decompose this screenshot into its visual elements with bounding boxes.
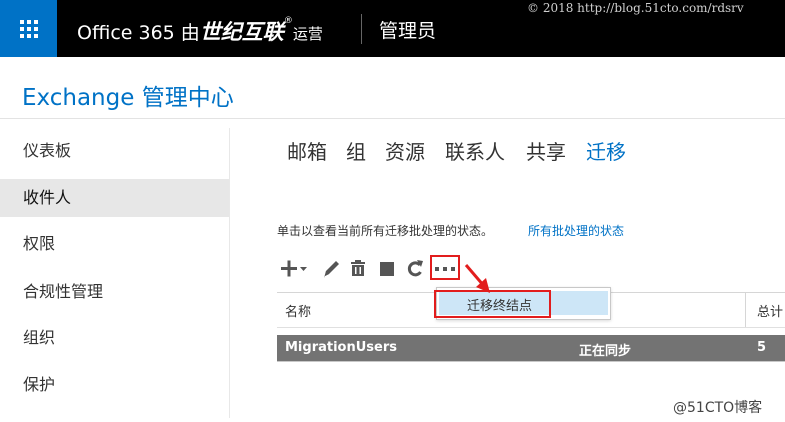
- nav-item-protection[interactable]: 保护: [0, 366, 229, 404]
- topbar-divider: [361, 14, 362, 44]
- column-header-total[interactable]: 总计: [757, 301, 783, 320]
- brand-registered-mark: ®: [283, 16, 293, 26]
- add-icon: [281, 260, 307, 277]
- tab-migration[interactable]: 迁移: [586, 136, 626, 165]
- tab-groups[interactable]: 组: [346, 136, 366, 165]
- dropdown-caret-icon: [300, 267, 307, 271]
- blog-watermark: © 2018 http://blog.51cto.com/rdsrv: [527, 1, 744, 15]
- brand-suffix: 运营: [292, 25, 323, 43]
- row-status-cell: 正在同步: [579, 344, 632, 359]
- admin-link[interactable]: 管理员: [379, 16, 436, 43]
- column-header-name[interactable]: 名称: [285, 301, 311, 320]
- header-divider: [0, 118, 785, 119]
- edit-icon: [324, 261, 339, 278]
- tab-resources[interactable]: 资源: [385, 136, 425, 165]
- nav-item-permissions[interactable]: 权限: [0, 225, 229, 263]
- nav-item-recipients[interactable]: 收件人: [0, 179, 229, 217]
- table-header-border: [277, 327, 785, 328]
- nav-item-compliance[interactable]: 合规性管理: [0, 273, 229, 311]
- nav-item-dashboard[interactable]: 仪表板: [0, 132, 229, 170]
- nav-divider: [229, 128, 230, 418]
- left-navigation: 仪表板 收件人 权限 合规性管理 组织 保护: [0, 128, 229, 422]
- edit-button[interactable]: [321, 256, 341, 282]
- migration-description: 单击以查看当前所有迁移批处理的状态。: [277, 224, 494, 238]
- add-button[interactable]: [279, 256, 309, 282]
- tab-shared[interactable]: 共享: [526, 136, 566, 165]
- delete-button[interactable]: [348, 256, 368, 282]
- refresh-icon: [407, 260, 423, 277]
- brand-prefix: Office 365 由: [77, 22, 200, 44]
- nav-item-organization[interactable]: 组织: [0, 319, 229, 357]
- more-button-highlight: [430, 255, 460, 280]
- row-total-cell: 5: [757, 340, 767, 355]
- page-title: Exchange 管理中心: [22, 85, 234, 111]
- office365-brand[interactable]: Office 365 由世纪互联®运营: [77, 16, 323, 46]
- tab-mailboxes[interactable]: 邮箱: [287, 136, 327, 165]
- column-separator: [745, 292, 746, 328]
- row-name-cell: MigrationUsers: [285, 340, 397, 355]
- app-launcher-button[interactable]: [0, 0, 57, 57]
- stop-icon: [380, 262, 394, 276]
- stop-button[interactable]: [378, 256, 396, 282]
- tab-contacts[interactable]: 联系人: [445, 136, 505, 165]
- brand-name: 世纪互联: [199, 20, 284, 44]
- delete-icon: [351, 260, 365, 276]
- annotation-arrow-icon: [464, 264, 490, 293]
- batch-status-link[interactable]: 所有批处理的状态: [528, 222, 624, 239]
- row-border: [277, 361, 785, 362]
- site-watermark: @51CTO博客: [673, 400, 763, 416]
- refresh-button[interactable]: [405, 256, 425, 282]
